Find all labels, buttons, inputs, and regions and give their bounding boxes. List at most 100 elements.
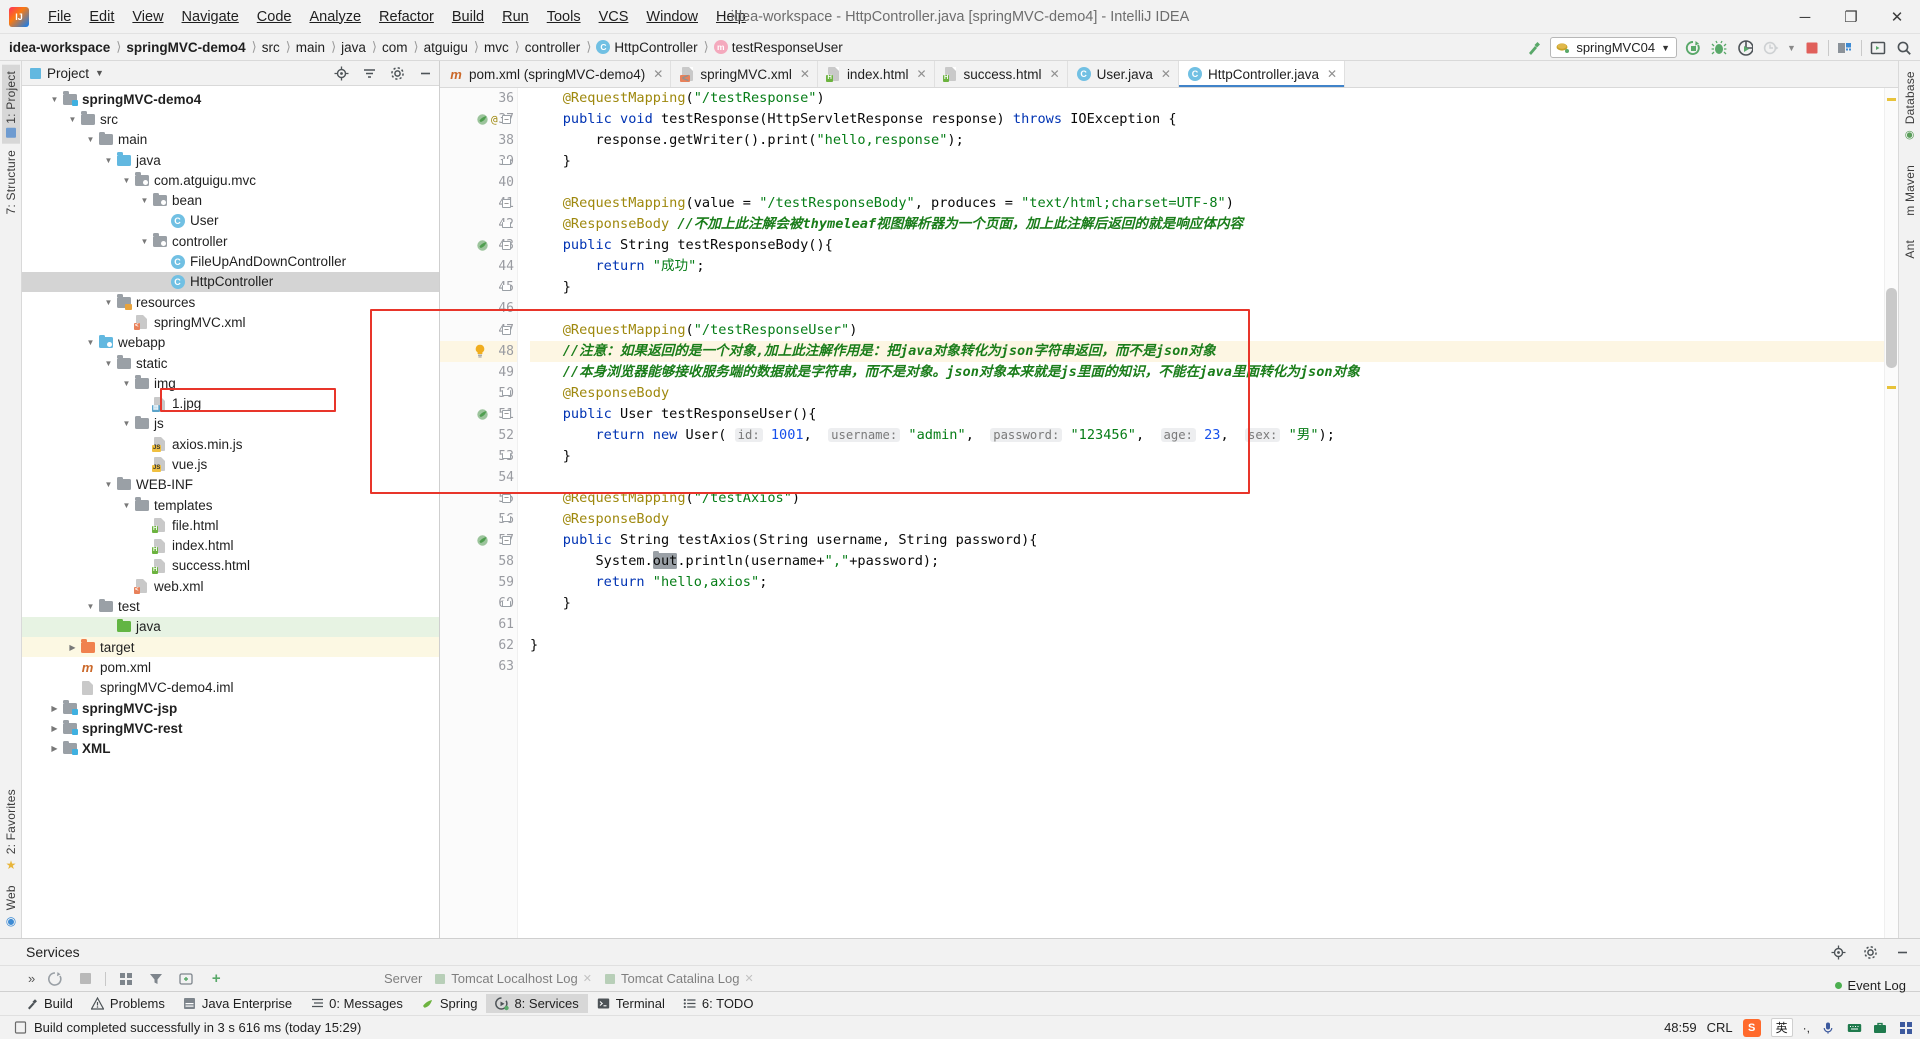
gutter-line-50[interactable]: 50 (440, 383, 517, 404)
settings-gear-icon[interactable] (387, 63, 407, 83)
gutter-line-42[interactable]: 42 (440, 214, 517, 235)
keyboard-icon[interactable] (1846, 1020, 1862, 1036)
settings-grid-icon[interactable] (1898, 1020, 1914, 1036)
code-line-56[interactable]: @ResponseBody (530, 509, 1884, 530)
tree-node-httpcontroller[interactable]: C HttpController (22, 271, 439, 292)
code-line-55[interactable]: @RequestMapping("/testAxios") (530, 488, 1884, 509)
tree-expand-arrow-icon[interactable] (102, 298, 115, 307)
code-line-57[interactable]: public String testAxios(String username,… (530, 530, 1884, 551)
code-text[interactable]: @RequestMapping("/testResponse") public … (518, 88, 1884, 938)
toolwindow-button-java-enterprise[interactable]: Java Enterprise (174, 994, 301, 1013)
project-tree[interactable]: springMVC-demo4 srcmain java com.atguigu.mv… (22, 86, 439, 938)
code-fold-collapse-icon[interactable]: − (502, 199, 511, 209)
code-line-39[interactable]: } (530, 151, 1884, 172)
rail-tab-favorites[interactable]: ★ 2: Favorites (2, 783, 20, 878)
menu-navigate[interactable]: Navigate (173, 5, 248, 29)
code-line-54[interactable] (530, 467, 1884, 488)
tree-expand-arrow-icon[interactable] (48, 95, 61, 104)
tree-node-springmvc-rest[interactable]: springMVC-rest (22, 718, 439, 738)
caret-position[interactable]: 48:59 (1664, 1020, 1697, 1035)
tree-node-target[interactable]: target (22, 637, 439, 658)
event-log-button[interactable]: Event Log (1835, 978, 1906, 993)
gutter-line-45[interactable]: 45 (440, 277, 517, 298)
tree-node-springmvc-demo4-iml[interactable]: springMVC-demo4.iml (22, 678, 439, 698)
locate-icon[interactable] (331, 63, 351, 83)
menu-help[interactable]: Help (707, 5, 755, 29)
tree-node-main[interactable]: main (22, 130, 439, 150)
gutter-line-37[interactable]: @37− (440, 109, 517, 130)
close-tab-icon[interactable]: ✕ (914, 67, 926, 81)
breadcrumb-item-java[interactable]: java (338, 38, 370, 57)
code-line-44[interactable]: return "成功"; (530, 256, 1884, 277)
tree-node-user[interactable]: C User (22, 211, 439, 231)
tree-expand-arrow-icon[interactable] (48, 744, 61, 753)
tree-node-success-html[interactable]: Hsuccess.html (22, 556, 439, 576)
toolwindow-button-build[interactable]: Build (16, 994, 82, 1013)
code-line-49[interactable]: //本身浏览器能够接收服务端的数据就是字符串，而不是对象。json对象本来就是j… (530, 362, 1884, 383)
tree-node-com-atguigu-mvc[interactable]: com.atguigu.mvc (22, 170, 439, 190)
filter-icon[interactable] (146, 969, 166, 989)
breadcrumb-item-com[interactable]: com (379, 38, 412, 57)
code-fold-end-icon[interactable] (502, 516, 511, 523)
tree-expand-arrow-icon[interactable] (102, 156, 115, 165)
code-fold-collapse-icon[interactable]: − (502, 409, 511, 419)
minimize-button[interactable]: ─ (1782, 0, 1828, 34)
toolwindow-button-terminal[interactable]: Terminal (588, 994, 674, 1013)
tree-expand-arrow-icon[interactable] (84, 135, 97, 144)
gutter-line-55[interactable]: 55− (440, 488, 517, 509)
services-tab-server[interactable]: Server (380, 970, 426, 987)
editor-marker-bar[interactable] (1884, 88, 1898, 938)
locate-icon[interactable] (1828, 942, 1848, 962)
tree-expand-arrow-icon[interactable] (120, 176, 133, 185)
toolwindow-button-0-messages[interactable]: 0: Messages (301, 994, 412, 1013)
code-line-38[interactable]: response.getWriter().print("hello,respon… (530, 130, 1884, 151)
gutter-line-46[interactable]: 46 (440, 298, 517, 319)
code-line-53[interactable]: } (530, 446, 1884, 467)
rail-tab-web[interactable]: ◉ Web (2, 879, 20, 934)
tree-node-xml[interactable]: XML (22, 739, 439, 759)
tree-node-springmvc-xml[interactable]: < springMVC.xml (22, 312, 439, 332)
editor-tab-success-html[interactable]: Hsuccess.html ✕ (935, 61, 1068, 87)
close-tab-icon[interactable]: ✕ (651, 67, 663, 81)
tree-node-web-inf[interactable]: WEB-INF (22, 475, 439, 495)
intention-bulb-icon[interactable] (474, 344, 486, 358)
menu-build[interactable]: Build (443, 5, 493, 29)
tree-expand-arrow-icon[interactable] (102, 480, 115, 489)
editor-tab-bar[interactable]: m pom.xml (springMVC-demo4) ✕ < springMVC.xm… (440, 61, 1898, 88)
code-line-52[interactable]: return new User( id: 1001, username: "ad… (530, 425, 1884, 446)
tree-node-test[interactable]: test (22, 596, 439, 616)
ime-language-indicator[interactable]: 英 (1770, 1018, 1793, 1037)
grid-view-icon[interactable] (116, 969, 136, 989)
project-structure-icon[interactable] (1835, 38, 1855, 58)
sogou-ime-icon[interactable]: S (1742, 1018, 1761, 1037)
rail-tab-maven[interactable]: m Maven (1901, 159, 1919, 222)
rail-tab-ant[interactable]: Ant (1901, 234, 1919, 265)
code-line-51[interactable]: public User testResponseUser(){ (530, 404, 1884, 425)
tree-node-fileupanddowncontroller[interactable]: C FileUpAndDownController (22, 251, 439, 271)
gutter-line-38[interactable]: 38 (440, 130, 517, 151)
microphone-icon[interactable] (1820, 1020, 1836, 1036)
code-line-61[interactable] (530, 614, 1884, 635)
code-fold-collapse-icon[interactable]: − (502, 536, 511, 545)
editor-tab-httpcontroller-java[interactable]: C HttpController.java ✕ (1178, 61, 1346, 87)
settings-gear-icon[interactable] (1860, 942, 1880, 962)
gutter-line-49[interactable]: 49 (440, 362, 517, 383)
tree-node-index-html[interactable]: Hindex.html (22, 536, 439, 556)
gutter-line-51[interactable]: 51− (440, 404, 517, 425)
tree-node-resources[interactable]: resources (22, 292, 439, 312)
gutter-line-41[interactable]: 41− (440, 193, 517, 214)
gutter-line-39[interactable]: 39 (440, 151, 517, 172)
tree-node-1-jpg[interactable]: ▤ 1.jpg (22, 393, 439, 413)
search-everywhere-icon[interactable] (1894, 38, 1914, 58)
tree-expand-arrow-icon[interactable] (102, 359, 115, 368)
toolwindow-bar[interactable]: Build Problems Java Enterprise 0: Messages S… (0, 991, 1920, 1015)
gutter-line-57[interactable]: 57− (440, 530, 517, 551)
close-button[interactable]: ✕ (1874, 0, 1920, 34)
breadcrumb-item-httpcontroller[interactable]: C HttpController (593, 38, 701, 57)
tree-node-file-html[interactable]: Hfile.html (22, 515, 439, 535)
tree-expand-arrow-icon[interactable] (66, 115, 79, 124)
build-hammer-icon[interactable] (1524, 38, 1544, 58)
services-tab-tomcat-catalina-log[interactable]: Tomcat Catalina Log ✕ (600, 970, 758, 987)
code-line-36[interactable]: @RequestMapping("/testResponse") (530, 88, 1884, 109)
tree-node-controller[interactable]: controller (22, 231, 439, 251)
